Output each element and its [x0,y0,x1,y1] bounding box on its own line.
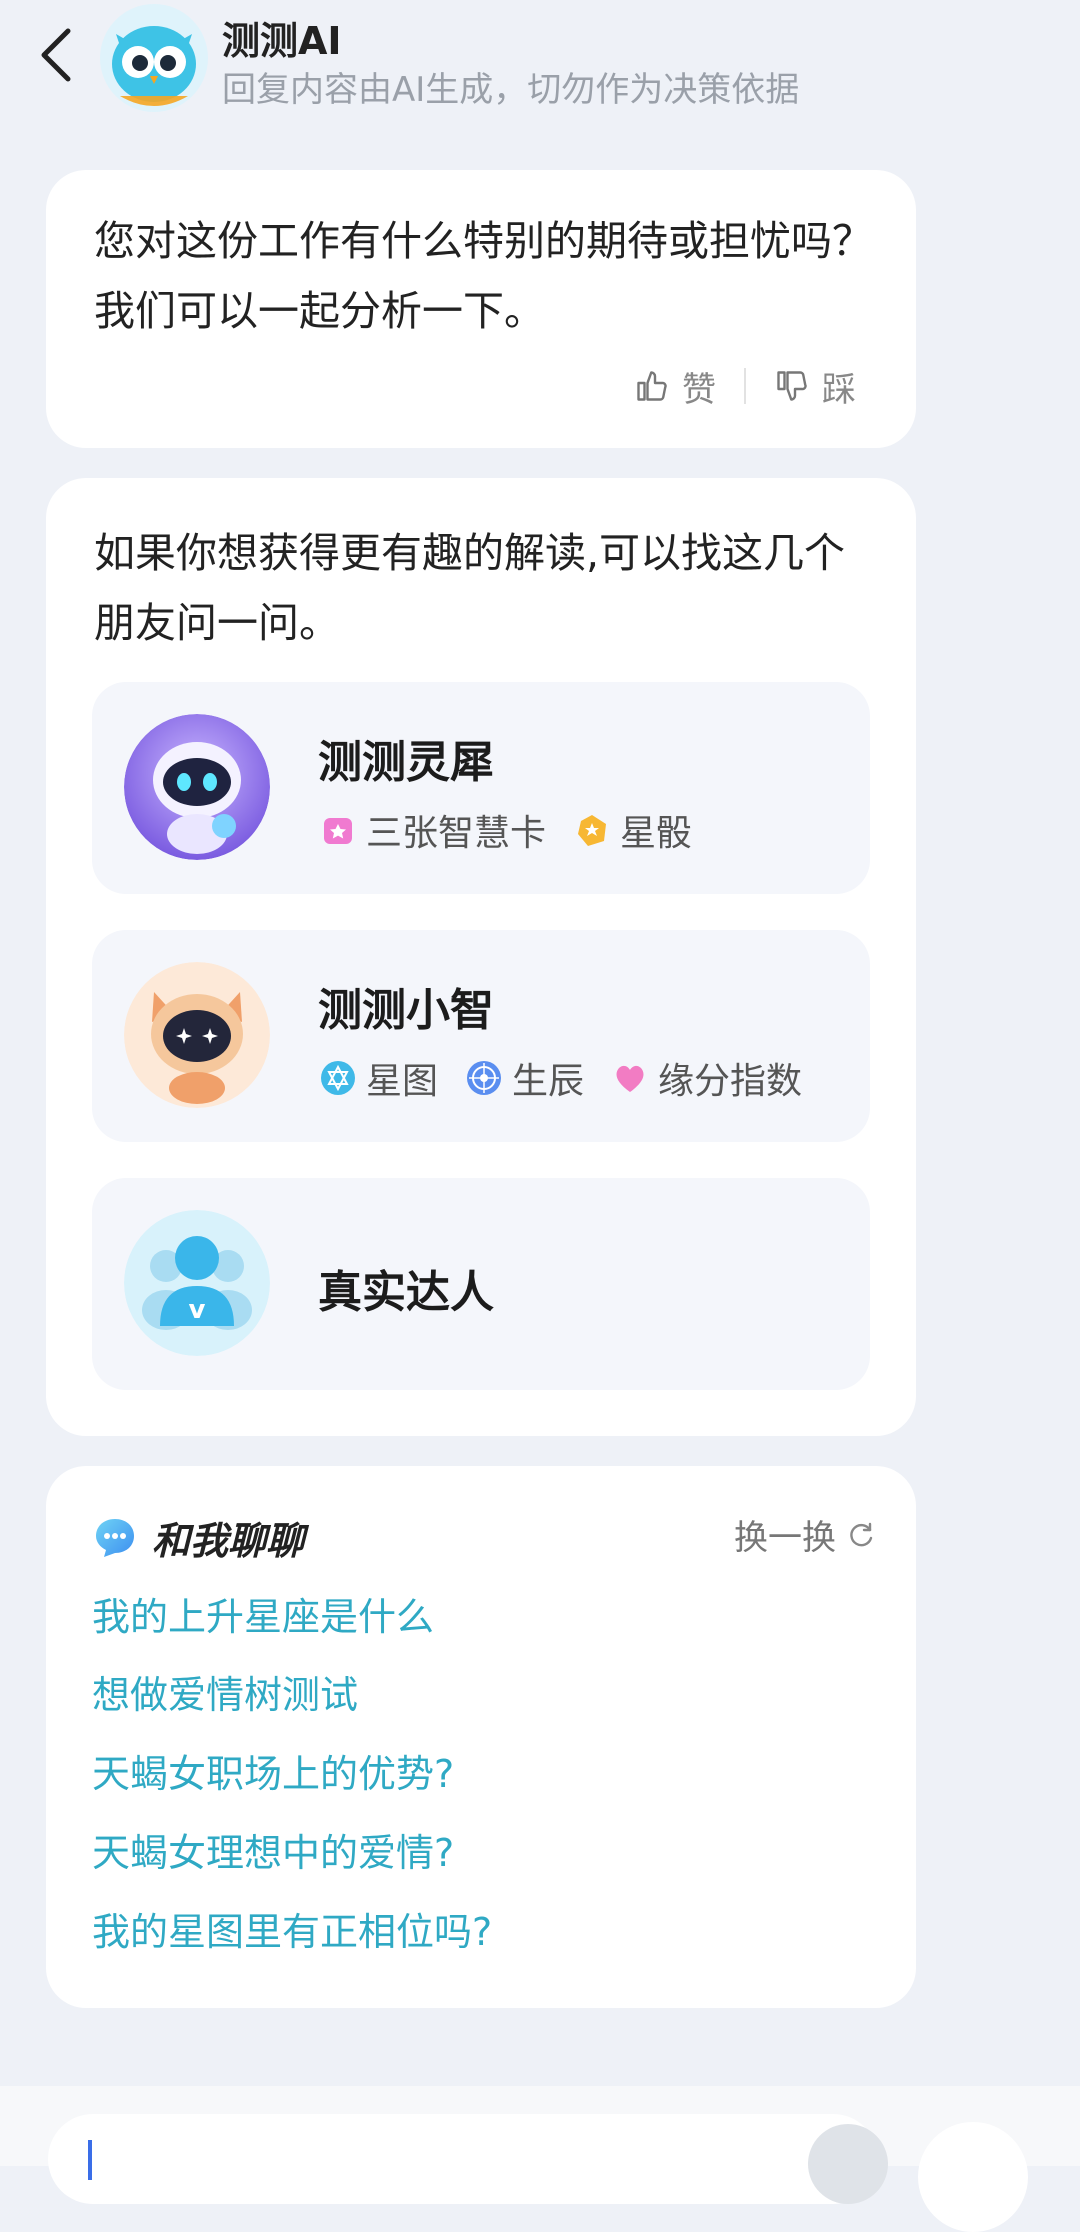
heart-icon [616,1065,644,1092]
tag-wisdom-cards: 三张智慧卡 [318,804,546,856]
suggestion-link[interactable]: 我的星图里有正相位吗? [92,1901,492,1956]
friend-name: 测测灵犀 [318,737,494,788]
tag-fate-index: 缘分指数 [610,1052,802,1104]
like-button[interactable]: 赞 [620,362,730,411]
ai-message-card: 您对这份工作有什么特别的期待或担忧吗？我们可以一起分析一下。 赞 踩 [46,170,916,448]
thumbs-down-icon [777,371,807,401]
ai-disclaimer: 回复内容由AI生成，切勿作为决策依据 [222,70,800,110]
owl-avatar[interactable] [100,4,208,112]
like-label: 赞 [682,369,716,410]
refresh-icon [850,1522,873,1546]
send-button[interactable] [808,2124,888,2204]
dislike-button[interactable]: 踩 [760,362,870,411]
friend-tags: 星图 生辰 缘分指数 [318,1052,802,1104]
friends-intro: 如果你想获得更有趣的解读,可以找这几个朋友问一问。 [94,529,846,647]
suggestion-link[interactable]: 我的上升星座是什么 [92,1586,434,1641]
chat-suggestions-header: 和我聊聊 [92,1510,304,1565]
robot-avatar [124,714,270,860]
tag-star-chart: 星图 [318,1052,438,1104]
page-title: 测测AI [222,19,342,63]
svg-text:v: v [189,1295,206,1325]
chevron-left-icon [41,28,71,82]
verified-user-icon: v [124,1210,270,1356]
dislike-label: 踩 [822,369,856,410]
robot-avatar-icon [124,714,270,860]
suggestion-link[interactable]: 天蝎女理想中的爱情? [92,1822,454,1877]
suggestion-link[interactable]: 天蝎女职场上的优势? [92,1743,454,1798]
refresh-button[interactable]: 换一换 [734,1510,876,1559]
fox-robot-avatar-icon [124,962,270,1108]
bottom-input-bar [0,2086,1080,2232]
suggestion-link[interactable]: 想做爱情树测试 [92,1664,358,1719]
friend-item-xiaozhi[interactable]: 测测小智 星图 生辰 缘分指数 [92,930,870,1142]
tag-birth-time: 生辰 [464,1052,584,1104]
refresh-label: 换一换 [734,1518,836,1558]
dice-icon [578,815,607,846]
friend-name: 真实达人 [318,1267,494,1318]
friend-tags: 三张智慧卡 星骰 [318,804,692,856]
owl-mascot-icon [100,4,208,112]
friend-name: 测测小智 [318,985,494,1036]
chat-suggestions-card: 和我聊聊 换一换 我的上升星座是什么 想做爱情树测试 天蝎女职场上的优势? 天蝎… [46,1466,916,2008]
chat-section-title: 和我聊聊 [152,1519,305,1563]
back-button[interactable] [30,20,80,90]
verified-user-avatar: v [124,1210,270,1356]
header: 测测AI 回复内容由AI生成，切勿作为决策依据 [0,0,1080,130]
feedback-bar: 赞 踩 [620,356,870,416]
fox-robot-avatar [124,962,270,1108]
chat-bubble-icon [96,1518,134,1557]
cards-icon [324,818,352,844]
tag-star-dice: 星骰 [572,804,692,856]
thumbs-up-icon [637,371,667,401]
friends-card: 如果你想获得更有趣的解读,可以找这几个朋友问一问。 测测灵犀 三张智慧卡 星骰 … [46,478,916,1436]
zodiac-wheel-icon [467,1061,502,1095]
message-input[interactable] [48,2114,888,2204]
friend-item-real-expert[interactable]: v 真实达人 [92,1178,870,1390]
voice-button[interactable] [918,2122,1028,2232]
text-cursor [88,2140,92,2180]
star-chart-icon [321,1061,355,1095]
friend-item-lingxi[interactable]: 测测灵犀 三张智慧卡 星骰 [92,682,870,894]
ai-message-text: 您对这份工作有什么特别的期待或担忧吗？我们可以一起分析一下。 [94,217,873,335]
feedback-divider [744,368,746,404]
